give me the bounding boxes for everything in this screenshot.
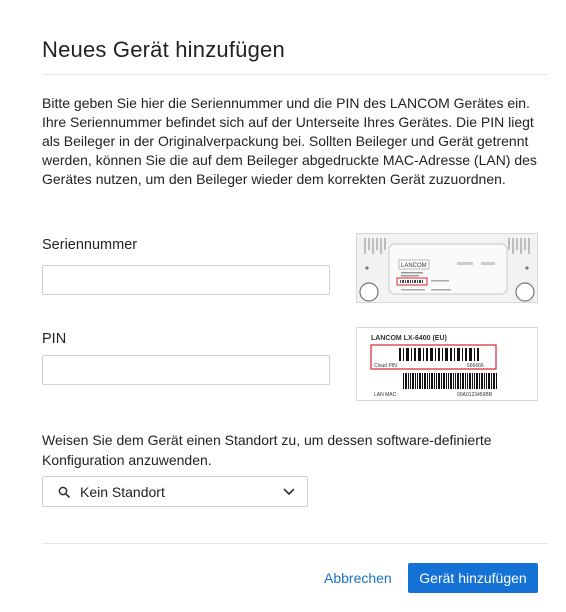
sticker-pin-label: Cloud PIN: <box>374 363 398 369</box>
sticker-pin-value: 666666 <box>467 363 484 369</box>
add-device-button[interactable]: Gerät hinzufügen <box>408 563 538 593</box>
header-divider <box>42 74 548 75</box>
serial-number-input[interactable] <box>42 265 330 295</box>
serial-label: Seriennummer <box>42 237 138 253</box>
sticker-mac-label: LAN MAC: <box>374 392 398 398</box>
location-select-value: Kein Standort <box>80 483 165 500</box>
sticker-mac-value: 00A0123456BB <box>457 392 493 398</box>
search-icon <box>58 486 70 498</box>
location-description: Weisen Sie dem Gerät einen Standort zu, … <box>42 432 492 468</box>
dialog-title: Neues Gerät hinzufügen <box>42 37 285 62</box>
add-device-dialog: Neues Gerät hinzufügen Bitte geben Sie h… <box>0 0 566 612</box>
pin-label: PIN <box>42 331 67 347</box>
chevron-down-icon <box>283 488 295 495</box>
cancel-button[interactable]: Abbrechen <box>318 563 398 593</box>
pin-input[interactable] <box>42 355 330 385</box>
pin-sticker-image: LANCOM LX-6400 (EU) Cloud PIN: 666666 LA… <box>356 327 538 401</box>
footer-divider <box>42 543 548 544</box>
location-select[interactable]: Kein Standort <box>42 476 308 507</box>
dialog-description: Bitte geben Sie hier die Seriennummer un… <box>42 95 537 187</box>
sticker-model-text: LANCOM LX-6400 (EU) <box>371 335 447 342</box>
device-brand-text: LANCOM <box>401 263 427 269</box>
device-underside-image: LANCOM <box>356 233 538 303</box>
